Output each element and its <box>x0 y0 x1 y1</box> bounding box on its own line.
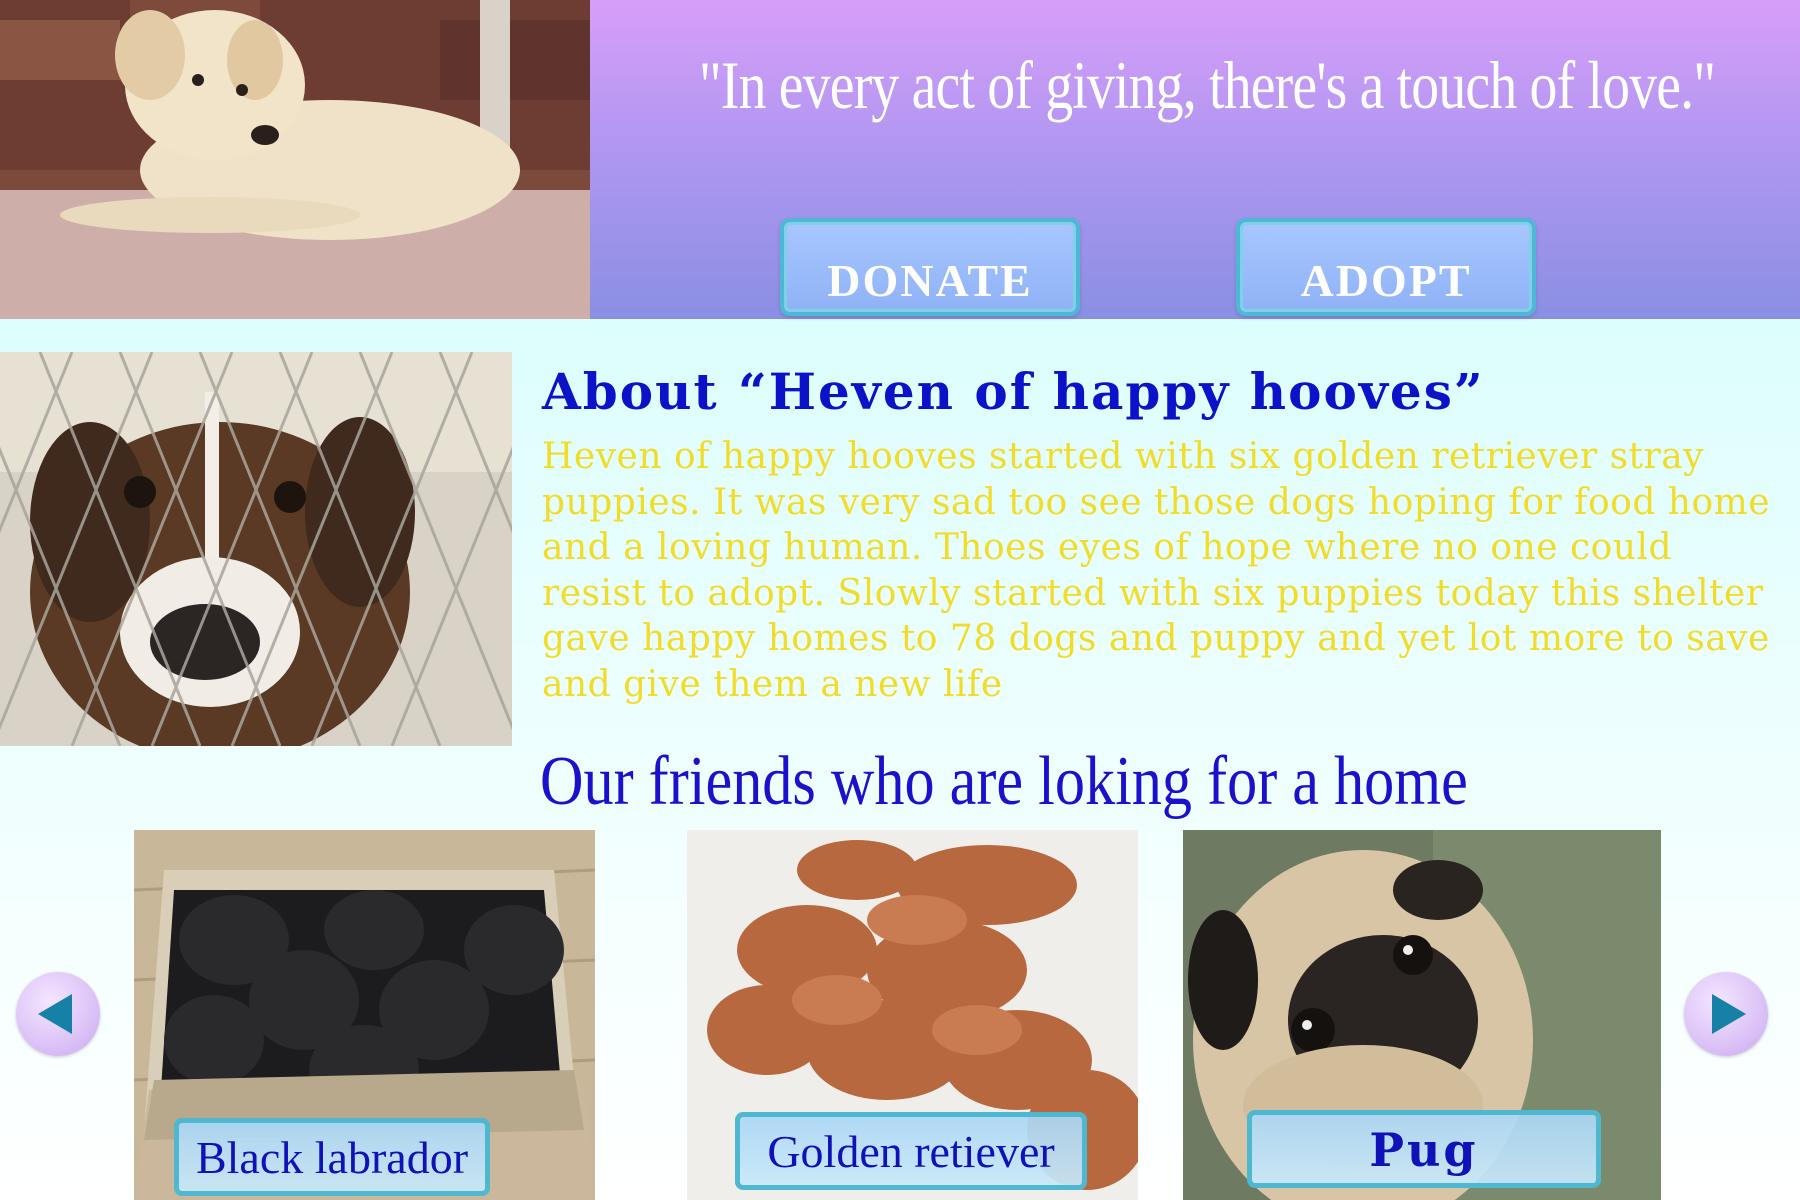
carousel-next-button[interactable] <box>1684 972 1768 1056</box>
header-banner: "In every act of giving, there's a touch… <box>590 0 1800 319</box>
caged-dog-photo <box>0 352 512 746</box>
header-quote: "In every act of giving, there's a touch… <box>698 47 1716 123</box>
donate-button[interactable]: DONATE <box>780 218 1080 316</box>
black-labrador-label[interactable]: Black labrador <box>174 1118 490 1196</box>
dog-card-black-labrador[interactable]: Black labrador <box>134 830 595 1200</box>
carousel-prev-button[interactable] <box>16 972 100 1056</box>
pug-label[interactable]: Pug <box>1247 1110 1601 1188</box>
right-triangle-icon <box>1712 994 1746 1034</box>
adopt-button[interactable]: ADOPT <box>1236 218 1536 316</box>
golden-retriever-label[interactable]: Golden retiever <box>735 1112 1087 1190</box>
friends-section-title: Our friends who are loking for a home <box>540 743 1468 820</box>
dog-card-golden-retriever[interactable]: Golden retiever <box>687 830 1138 1200</box>
left-triangle-icon <box>38 994 72 1034</box>
about-title: About “Heven of happy hooves” <box>542 362 1485 421</box>
dog-card-pug[interactable]: Pug <box>1183 830 1661 1200</box>
hero-puppy-photo <box>0 0 590 319</box>
about-description: Heven of happy hooves started with six g… <box>542 436 1771 705</box>
